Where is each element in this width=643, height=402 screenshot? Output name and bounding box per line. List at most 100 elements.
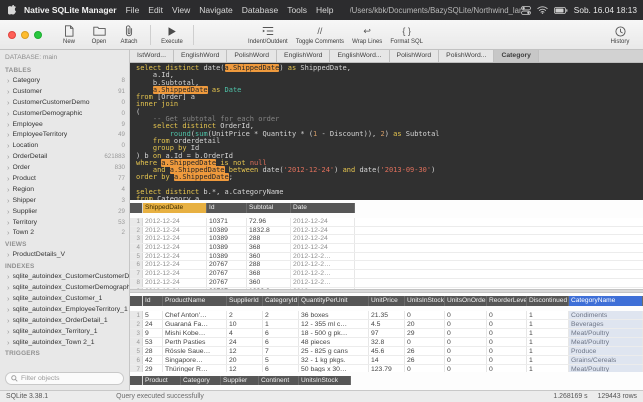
cell[interactable]: 368 (247, 244, 291, 252)
sidebar-item-sqlite-autoindex-town-2-1[interactable]: › sqlite_autoindex_Town 2_1 (0, 337, 129, 348)
cell[interactable]: 2012-12-24 (143, 218, 207, 226)
column-header-id[interactable]: Id (207, 203, 247, 213)
tab-2[interactable]: EnglishWord (173, 50, 228, 62)
cell[interactable]: 50 bags x 30… (299, 365, 369, 372)
cell[interactable]: 21.35 (369, 311, 405, 319)
execute-button[interactable]: Execute (157, 21, 187, 49)
column-header-supplier[interactable]: Supplier (221, 376, 259, 385)
table-row[interactable]: 6 42 Singapore… 20 5 32 - 1 kg pkgs. 14 26 0 0 1 Gr… (130, 356, 643, 365)
cell[interactable]: 25 - 825 g cans (299, 347, 369, 355)
wifi-icon[interactable] (537, 6, 548, 14)
table-row[interactable]: 7 2012-12-24 20767 368 2012-12-2… (130, 270, 643, 279)
sidebar-item-location[interactable]: › Location 0 (0, 140, 129, 151)
indent-outdent-button[interactable]: Indent/Outdent (244, 21, 292, 49)
sidebar-item-category[interactable]: › Category 8 (0, 75, 129, 86)
column-header-quantityperunit[interactable]: QuantityPerUnit (299, 296, 369, 306)
cell[interactable]: 2012-12-24 (143, 226, 207, 235)
cell[interactable]: 0 (445, 356, 487, 364)
cell[interactable]: Condiments (569, 311, 643, 319)
cell[interactable]: 32.8 (369, 338, 405, 346)
column-header-discontinued[interactable]: Discontinued (527, 296, 569, 306)
cell[interactable]: 6 (263, 365, 299, 372)
cell[interactable]: 288 (247, 235, 291, 244)
sidebar-item-customerdemographic[interactable]: › CustomerDemographic 0 (0, 108, 129, 119)
cell[interactable]: 29 (405, 329, 445, 337)
cell[interactable]: 32 - 1 kg pkgs. (299, 356, 369, 364)
cell[interactable]: 2012-12-24 (291, 235, 355, 244)
cell[interactable]: 0 (445, 347, 487, 355)
cell[interactable]: Beverages (569, 320, 643, 328)
new-button[interactable]: New (54, 21, 84, 49)
cell[interactable]: 0 (405, 365, 445, 372)
cell[interactable]: 18 - 500 g pk… (299, 329, 369, 337)
cell[interactable]: 2012-12-24 (143, 244, 207, 252)
cell[interactable]: 2012-12-24 (143, 261, 207, 270)
cell[interactable]: Meat/Poultry (569, 329, 643, 337)
cell[interactable]: 45.6 (369, 347, 405, 355)
menu-view[interactable]: View (172, 5, 190, 15)
cell[interactable]: 97 (369, 329, 405, 337)
cell[interactable]: 4 (227, 329, 263, 337)
sidebar-item-territory[interactable]: › Territory 53 (0, 217, 129, 228)
cell[interactable]: Mishi Kobe… (163, 329, 227, 337)
cell[interactable]: 2012-12-24 (291, 226, 355, 235)
sidebar-item-sqlite-autoindex-employeeterritory-1[interactable]: › sqlite_autoindex_EmployeeTerritory_1 (0, 304, 129, 315)
cell[interactable]: 2012-12-24 (143, 252, 207, 261)
cell[interactable]: 10389 (207, 235, 247, 244)
cell[interactable]: 1 (263, 320, 299, 328)
column-header-date[interactable]: Date (291, 203, 355, 213)
cell[interactable]: 1 (527, 365, 569, 372)
cell[interactable]: 12 (227, 365, 263, 372)
column-header-supplierid[interactable]: SupplierId (227, 296, 263, 306)
column-header-productname[interactable]: ProductName (163, 296, 227, 306)
control-center-icon[interactable] (520, 5, 531, 15)
cell[interactable]: 2012-12-2… (291, 252, 355, 261)
cell[interactable]: Guaraná Fa… (163, 320, 227, 328)
table-row[interactable]: 1 2012-12-24 10371 72.96 2012-12-24 (130, 218, 643, 227)
cell[interactable]: 1 (527, 329, 569, 337)
cell[interactable]: 0 (487, 311, 527, 319)
cell[interactable]: 0 (487, 347, 527, 355)
cell[interactable]: 72.96 (247, 218, 291, 226)
cell[interactable]: 4.5 (369, 320, 405, 328)
toggle-comments-button[interactable]: // Toggle Comments (292, 21, 348, 49)
cell[interactable]: 12 (227, 347, 263, 355)
cell[interactable]: 2012-12-24 (143, 278, 207, 287)
cell[interactable]: Meat/Poultry (569, 338, 643, 346)
cell[interactable]: 42 (143, 356, 163, 364)
sidebar-item-customercustomerdemo[interactable]: › CustomerCustomerDemo 0 (0, 97, 129, 108)
cell[interactable]: 10389 (207, 226, 247, 235)
sidebar-item-employeeterritory[interactable]: › EmployeeTerritory 49 (0, 129, 129, 140)
column-header-unitsonorder[interactable]: UnitsOnOrder (445, 296, 487, 306)
sidebar-item-order[interactable]: › Order 830 (0, 162, 129, 173)
sidebar-item-shipper[interactable]: › Shipper 3 (0, 195, 129, 206)
cell[interactable]: 29 (143, 365, 163, 372)
cell[interactable]: Rössle Saue… (163, 347, 227, 355)
app-menu-title[interactable]: Native SQLite Manager (24, 5, 117, 15)
apple-menu-icon[interactable] (8, 4, 17, 16)
menu-edit[interactable]: Edit (148, 5, 163, 15)
cell[interactable]: 26 (405, 347, 445, 355)
cell[interactable]: 0 (445, 329, 487, 337)
sidebar-item-productdetails-v[interactable]: › ProductDetails_V (0, 249, 129, 260)
cell[interactable]: 360 (247, 252, 291, 261)
column-header-unitprice[interactable]: UnitPrice (369, 296, 405, 306)
cell[interactable]: 2012-12-2… (291, 278, 355, 287)
cell[interactable]: 0 (445, 365, 487, 372)
cell[interactable]: 7 (263, 347, 299, 355)
table-row[interactable]: 3 9 Mishi Kobe… 4 6 18 - 500 g pk… 97 29 0 0 1 Meat… (130, 329, 643, 338)
cell[interactable]: 10371 (207, 218, 247, 226)
cell[interactable]: Meat/Poultry (569, 365, 643, 372)
cell[interactable]: 24 (143, 320, 163, 328)
minimize-window-button[interactable] (21, 30, 29, 39)
history-button[interactable]: History (605, 21, 635, 49)
battery-icon[interactable] (553, 6, 568, 14)
cell[interactable]: 10 (227, 320, 263, 328)
column-header-category[interactable]: Category (181, 376, 221, 385)
column-header-product[interactable]: Product (143, 376, 181, 385)
cell[interactable]: 288 (247, 261, 291, 270)
cell[interactable]: 0 (445, 338, 487, 346)
cell[interactable]: 2012-12-24 (291, 244, 355, 252)
cell[interactable]: 0 (445, 320, 487, 328)
cell[interactable]: 123.79 (369, 365, 405, 372)
